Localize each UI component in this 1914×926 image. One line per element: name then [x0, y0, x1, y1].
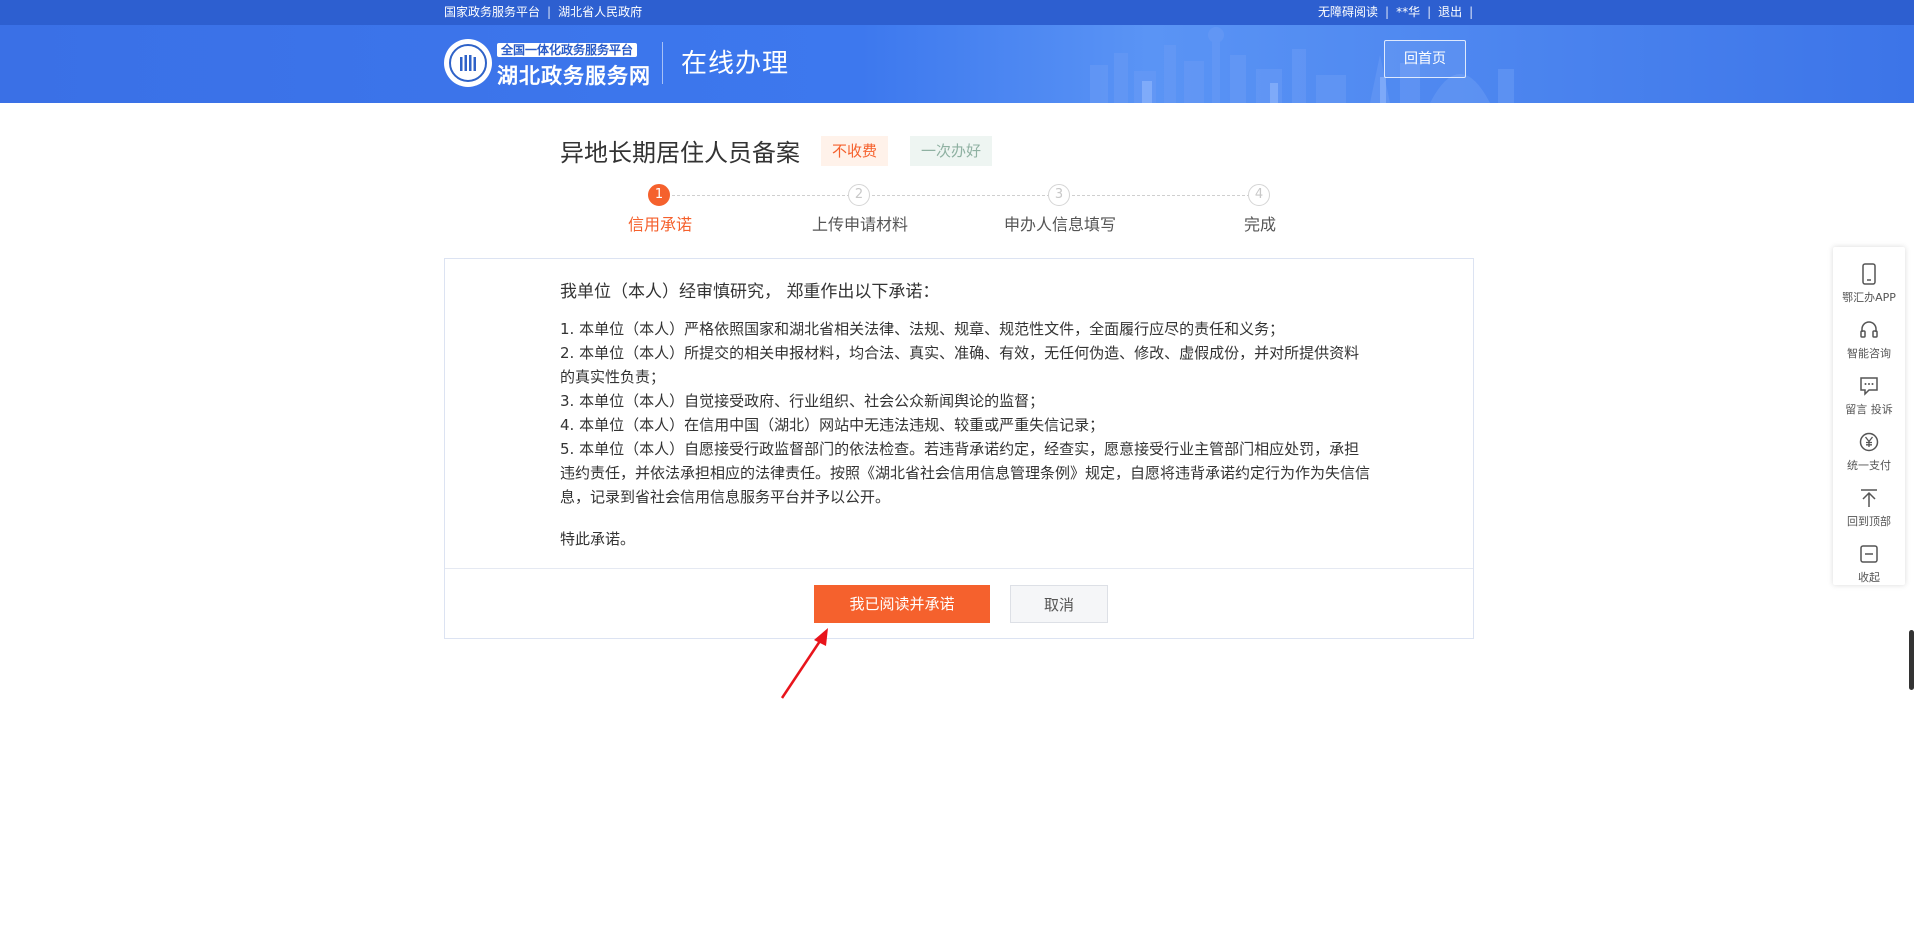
- logo-emblem-icon: [460, 55, 476, 71]
- site-header: 全国一体化政务服务平台 湖北政务服务网 在线办理 回首页: [0, 25, 1914, 103]
- phone-icon: [1862, 263, 1876, 285]
- separator: |: [1469, 5, 1474, 19]
- panel-divider: [445, 568, 1473, 569]
- agree-commit-button[interactable]: 我已阅读并承诺: [814, 585, 990, 623]
- commitment-panel: 我单位（本人）经审慎研究， 郑重作出以下承诺： 1. 本单位（本人）严格依照国家…: [444, 258, 1474, 639]
- topbar-left-links: 国家政务服务平台 | 湖北省人民政府: [444, 0, 642, 25]
- floatbar-payment[interactable]: 统一支付: [1833, 427, 1905, 483]
- floatbar-back-to-top[interactable]: 回到顶部: [1833, 483, 1905, 539]
- collapse-icon: [1860, 545, 1878, 563]
- back-to-top-icon: [1861, 489, 1877, 507]
- step-2-circle: 2: [848, 184, 870, 206]
- tag-one-time: 一次办好: [910, 136, 993, 166]
- tag-no-fee: 不收费: [821, 136, 889, 166]
- floatbar-label: 智能咨询: [1847, 347, 1891, 360]
- separator: |: [1427, 5, 1432, 19]
- step-4-label: 完成: [1243, 215, 1276, 234]
- commitment-heading: 我单位（本人）经审慎研究， 郑重作出以下承诺：: [560, 282, 940, 302]
- separator: |: [1385, 5, 1390, 19]
- floatbar-app[interactable]: 鄂汇办APP: [1833, 259, 1905, 315]
- commitment-item: 5. 本单位（本人）自愿接受行政监督部门的依法检查。若违背承诺约定，经查实，愿意…: [560, 440, 1371, 506]
- link-accessibility[interactable]: 无障碍阅读: [1318, 5, 1378, 19]
- step-1-circle: 1: [648, 184, 670, 206]
- commitment-item: 3. 本单位（本人）自觉接受政府、行业组织、社会公众新闻舆论的监督；: [560, 392, 1045, 410]
- yen-icon: [1859, 432, 1879, 452]
- floatbar-label: 收起: [1858, 571, 1880, 584]
- logo-subtitle: 全国一体化政务服务平台: [497, 43, 638, 57]
- annotation-arrow-icon: [780, 628, 828, 699]
- item-title: 异地长期居住人员备案: [560, 139, 800, 167]
- top-utility-bar: 国家政务服务平台 | 湖北省人民政府 无障碍阅读 | **华 | 退出 |: [0, 0, 1914, 25]
- step-4-circle: 4: [1248, 184, 1270, 206]
- page-heading: 在线办理: [681, 49, 790, 79]
- commitment-closing: 特此承诺。: [560, 530, 636, 548]
- topbar-right-links: 无障碍阅读 | **华 | 退出 |: [1318, 0, 1480, 25]
- link-national-platform[interactable]: 国家政务服务平台: [444, 5, 540, 19]
- headset-icon: [1860, 321, 1878, 338]
- commitment-item: 1. 本单位（本人）严格依照国家和湖北省相关法律、法规、规章、规范性文件，全面履…: [560, 320, 1285, 338]
- separator: |: [547, 5, 552, 19]
- floatbar-label: 统一支付: [1847, 459, 1891, 472]
- floatbar-label: 留言 投诉: [1845, 403, 1893, 416]
- commitment-item: 2. 本单位（本人）所提交的相关申报材料，均合法、真实、准确、有效，无任何伪造、…: [560, 344, 1360, 386]
- step-1-label: 信用承诺: [627, 215, 692, 234]
- logout-link[interactable]: 退出: [1438, 5, 1462, 19]
- step-connector: [672, 195, 850, 196]
- commitment-list: 1. 本单位（本人）严格依照国家和湖北省相关法律、法规、规章、规范性文件，全面履…: [560, 317, 1370, 509]
- user-name[interactable]: **华: [1396, 5, 1420, 19]
- floatbar-feedback[interactable]: 留言 投诉: [1833, 371, 1905, 427]
- floatbar-collapse[interactable]: 收起: [1833, 539, 1905, 595]
- floating-toolbar: 鄂汇办APP 智能咨询 留言 投诉 统一支付 回到顶部 收起: [1833, 247, 1905, 585]
- cancel-button[interactable]: 取消: [1010, 585, 1108, 623]
- floatbar-label: 回到顶部: [1847, 515, 1891, 528]
- logo-title[interactable]: 湖北政务服务网: [497, 60, 651, 90]
- home-button[interactable]: 回首页: [1384, 40, 1466, 78]
- floatbar-consult[interactable]: 智能咨询: [1833, 315, 1905, 371]
- step-3-circle: 3: [1048, 184, 1070, 206]
- scrollbar-handle[interactable]: [1909, 630, 1914, 690]
- header-divider: [662, 42, 663, 84]
- floatbar-label: 鄂汇办APP: [1842, 291, 1896, 304]
- site-logo[interactable]: [444, 39, 492, 87]
- step-connector: [1072, 195, 1250, 196]
- step-2-label: 上传申请材料: [811, 215, 908, 234]
- step-connector: [872, 195, 1050, 196]
- link-hubei-government[interactable]: 湖北省人民政府: [558, 5, 642, 19]
- message-icon: [1860, 377, 1878, 396]
- commitment-item: 4. 本单位（本人）在信用中国（湖北）网站中无违法违规、较重或严重失信记录；: [560, 416, 1105, 434]
- step-3-label: 申办人信息填写: [1003, 215, 1116, 234]
